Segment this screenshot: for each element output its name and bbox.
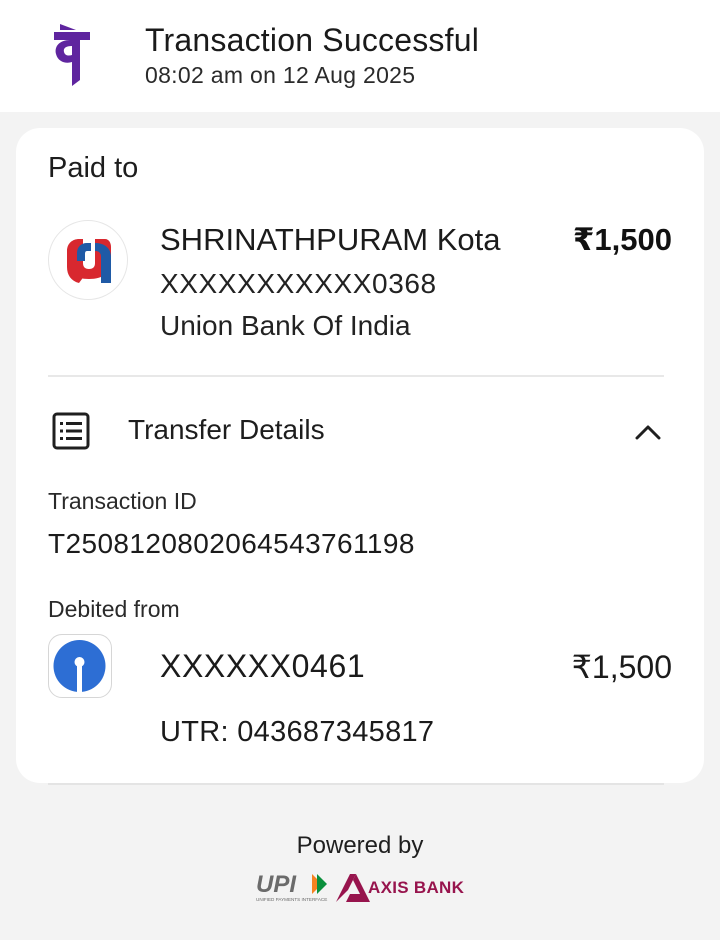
partner-logos: UPI UNIFIED PAYMENTS INTERFACE AXIS BANK bbox=[254, 870, 466, 906]
axis-bank-label: AXIS BANK bbox=[368, 878, 465, 897]
transfer-details-toggle[interactable]: Transfer Details bbox=[128, 414, 325, 446]
svg-text:UNIFIED PAYMENTS INTERFACE: UNIFIED PAYMENTS INTERFACE bbox=[256, 897, 327, 902]
footer-divider bbox=[48, 783, 664, 785]
transaction-id-value[interactable]: T2508120802064543761198 bbox=[48, 528, 415, 560]
utr-number[interactable]: UTR: 043687345817 bbox=[160, 716, 434, 749]
upi-logo-icon: UPI UNIFIED PAYMENTS INTERFACE bbox=[256, 871, 327, 902]
debit-account-number: XXXXXX0461 bbox=[160, 648, 366, 684]
transaction-id-label: Transaction ID bbox=[48, 488, 197, 514]
sbi-logo-icon bbox=[48, 634, 112, 698]
paid-to-label: Paid to bbox=[48, 152, 139, 184]
payee-account-number: XXXXXXXXXXX0368 bbox=[160, 268, 437, 299]
transaction-card: Paid to SHRINATHPURAM Kota ₹1,500 XXXXXX… bbox=[16, 128, 704, 783]
svg-text:UPI: UPI bbox=[256, 871, 297, 898]
union-bank-logo-icon bbox=[48, 220, 128, 300]
page-title: Transaction Successful bbox=[145, 22, 480, 58]
payee-name: SHRINATHPURAM Kota bbox=[160, 222, 501, 257]
powered-by-label: Powered by bbox=[296, 832, 424, 859]
section-divider bbox=[48, 375, 664, 377]
debit-amount: ₹1,500 bbox=[571, 649, 672, 685]
payee-amount: ₹1,500 bbox=[572, 222, 672, 257]
debited-from-label: Debited from bbox=[48, 596, 180, 622]
header: Transaction Successful 08:02 am on 12 Au… bbox=[0, 0, 720, 112]
chevron-up-icon[interactable] bbox=[634, 420, 662, 442]
payee-bank-name: Union Bank Of India bbox=[160, 310, 411, 341]
receipt-list-icon bbox=[52, 412, 90, 450]
transaction-timestamp: 08:02 am on 12 Aug 2025 bbox=[145, 62, 416, 88]
phonepe-logo-icon bbox=[54, 24, 90, 86]
